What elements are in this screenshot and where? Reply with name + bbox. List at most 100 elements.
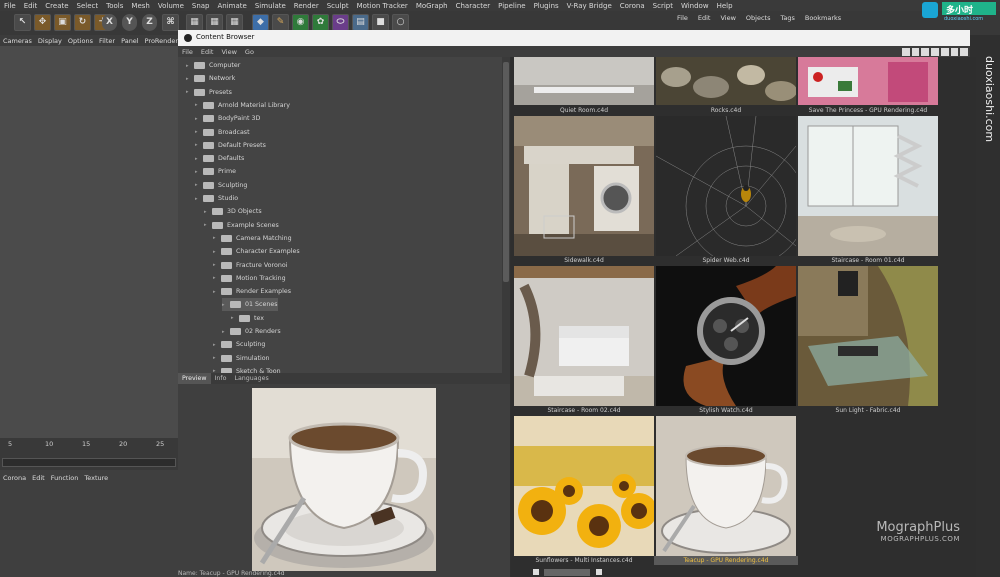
om-menu-file[interactable]: File (672, 14, 693, 22)
menu-character[interactable]: Character (452, 2, 495, 10)
cb-menu-file[interactable]: File (178, 48, 197, 56)
tile-quiet-room[interactable] (514, 57, 654, 105)
list-view-icon[interactable] (940, 47, 949, 56)
tree-item-simulation[interactable]: ▸ Simulation (213, 352, 270, 365)
om-menu-view[interactable]: View (715, 14, 740, 22)
viewport-menu-filter[interactable]: Filter (96, 37, 118, 45)
tile-sunflowers[interactable] (514, 416, 654, 556)
tree-item-01-scenes[interactable]: ▸ 01 Scenes (222, 298, 278, 312)
cloner-icon[interactable]: ✿ (312, 14, 329, 31)
tree-item-default-presets[interactable]: ▸ Default Presets (195, 139, 266, 152)
expand-arrow-icon[interactable]: ▸ (213, 275, 221, 281)
tree-item-bodypaint-3d[interactable]: ▸ BodyPaint 3D (195, 112, 260, 125)
menu-volume[interactable]: Volume (154, 2, 188, 10)
tree-item-02-renders[interactable]: ▸ 02 Renders (222, 325, 281, 338)
expand-arrow-icon[interactable]: ▸ (195, 142, 203, 148)
move-tool-icon[interactable]: ✥ (34, 14, 51, 31)
tile-staircase-room-02[interactable] (514, 266, 654, 406)
viewport-menu-prorender[interactable]: ProRender (142, 37, 181, 45)
viewport[interactable] (0, 35, 178, 438)
cb-menu-go[interactable]: Go (241, 48, 258, 56)
attr-menu-edit[interactable]: Edit (29, 474, 48, 482)
tile-sun-light-fabric[interactable] (798, 266, 938, 406)
back-icon[interactable] (960, 47, 969, 56)
expand-arrow-icon[interactable]: ▸ (213, 342, 221, 348)
expand-arrow-icon[interactable]: ▸ (195, 102, 203, 108)
menu-v-ray-bridge[interactable]: V-Ray Bridge (563, 2, 616, 10)
menu-mesh[interactable]: Mesh (127, 2, 153, 10)
expand-arrow-icon[interactable]: ▸ (213, 249, 221, 255)
cb-menu-view[interactable]: View (217, 48, 240, 56)
timeline[interactable]: 5 10 15 20 25 (0, 438, 178, 470)
tree-item-camera-matching[interactable]: ▸ Camera Matching (213, 232, 292, 245)
attr-menu-texture[interactable]: Texture (81, 474, 111, 482)
tile-rocks[interactable] (656, 57, 796, 105)
select-tool-icon[interactable]: ↖ (14, 14, 31, 31)
tab-info[interactable]: Info (211, 373, 231, 384)
viewport-menu-panel[interactable]: Panel (118, 37, 142, 45)
tab-preview[interactable]: Preview (178, 373, 211, 384)
tree-item-sculpting[interactable]: ▸ Sculpting (213, 338, 265, 351)
expand-arrow-icon[interactable]: ▸ (195, 169, 203, 175)
deformer-icon[interactable]: ⬭ (332, 14, 349, 31)
menu-script[interactable]: Script (649, 2, 677, 10)
tile-staircase-room-01[interactable] (798, 116, 938, 256)
subdivision-icon[interactable]: ◉ (292, 14, 309, 31)
tree-item-defaults[interactable]: ▸ Defaults (195, 152, 244, 165)
om-menu-edit[interactable]: Edit (693, 14, 716, 22)
camera-icon[interactable]: ■ (372, 14, 389, 31)
menu-edit[interactable]: Edit (20, 2, 42, 10)
expand-arrow-icon[interactable]: ▸ (186, 89, 194, 95)
cb-menu-edit[interactable]: Edit (197, 48, 218, 56)
expand-arrow-icon[interactable]: ▸ (222, 302, 230, 308)
render-settings-icon[interactable]: ▦ (226, 14, 243, 31)
tree-item-tex[interactable]: ▸ tex (231, 312, 264, 325)
menu-create[interactable]: Create (41, 2, 72, 10)
options-icon[interactable] (950, 47, 959, 56)
menu-plugins[interactable]: Plugins (530, 2, 563, 10)
tree-item-render-examples[interactable]: ▸ Render Examples (213, 285, 291, 298)
tree-item-studio[interactable]: ▸ Studio (195, 192, 238, 205)
tree-item-fracture-voronoi[interactable]: ▸ Fracture Voronoi (213, 259, 287, 272)
lock-icon[interactable] (921, 47, 930, 56)
menu-help[interactable]: Help (713, 2, 737, 10)
tree-item-network[interactable]: ▸ Network (186, 72, 235, 85)
light-icon[interactable]: ○ (392, 14, 409, 31)
rotate-tool-icon[interactable]: ↻ (74, 14, 91, 31)
om-menu-objects[interactable]: Objects (741, 14, 776, 22)
tile-teacup[interactable] (656, 416, 796, 556)
tree-item-example-scenes[interactable]: ▸ Example Scenes (204, 219, 279, 232)
home-icon[interactable] (911, 47, 920, 56)
tile-save-the-princess[interactable] (798, 57, 938, 105)
menu-animate[interactable]: Animate (214, 2, 251, 10)
tile-stylish-watch[interactable] (656, 266, 796, 406)
tree-item-presets[interactable]: ▸ Presets (186, 86, 232, 99)
pen-icon[interactable]: ✎ (272, 14, 289, 31)
tab-languages[interactable]: Languages (230, 373, 272, 384)
tile-sidewalk[interactable] (514, 116, 654, 256)
cube-icon[interactable]: ◆ (252, 14, 269, 31)
expand-arrow-icon[interactable]: ▸ (195, 156, 203, 162)
expand-arrow-icon[interactable]: ▸ (222, 329, 230, 335)
expand-arrow-icon[interactable]: ▸ (213, 235, 221, 241)
render-picture-icon[interactable]: ▦ (206, 14, 223, 31)
timeline-slider[interactable] (2, 458, 176, 467)
tree-item-3d-objects[interactable]: ▸ 3D Objects (204, 205, 262, 218)
om-menu-tags[interactable]: Tags (775, 14, 799, 22)
tree-scrollbar-thumb[interactable] (503, 62, 509, 282)
floor-icon[interactable]: ▤ (352, 14, 369, 31)
expand-arrow-icon[interactable]: ▸ (195, 182, 203, 188)
attr-menu-function[interactable]: Function (48, 474, 82, 482)
tree-item-motion-tracking[interactable]: ▸ Motion Tracking (213, 272, 286, 285)
menu-snap[interactable]: Snap (188, 2, 214, 10)
menu-window[interactable]: Window (677, 2, 713, 10)
om-menu-bookmarks[interactable]: Bookmarks (800, 14, 846, 22)
viewport-menu-cameras[interactable]: Cameras (0, 37, 35, 45)
zoom-slider[interactable] (544, 569, 590, 576)
menu-select[interactable]: Select (73, 2, 103, 10)
tree-item-sketch-toon[interactable]: ▸ Sketch & Toon (213, 365, 281, 373)
menu-render[interactable]: Render (290, 2, 323, 10)
tree-item-sculpting[interactable]: ▸ Sculpting (195, 179, 247, 192)
menu-tools[interactable]: Tools (102, 2, 127, 10)
expand-arrow-icon[interactable]: ▸ (213, 262, 221, 268)
